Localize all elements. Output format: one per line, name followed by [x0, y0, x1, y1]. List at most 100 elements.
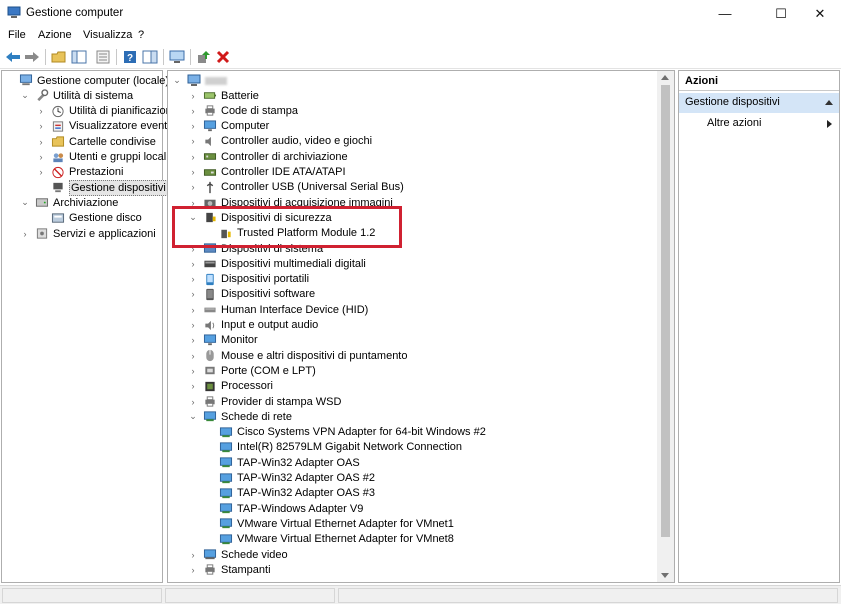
console-tree-item[interactable]: Gestione dispositivi: [36, 179, 168, 196]
device-tree-item[interactable]: › Mouse e altri dispositivi di puntamento: [188, 348, 408, 363]
device-tree-item[interactable]: › Computer: [188, 119, 269, 134]
expand-chevron-icon[interactable]: ›: [188, 565, 198, 575]
monitor-scan-icon: [169, 50, 185, 63]
expand-chevron-icon[interactable]: ›: [188, 305, 198, 315]
expand-chevron-icon[interactable]: ›: [188, 91, 198, 101]
console-tree-item[interactable]: ⌄ Utilità di sistema: [20, 88, 133, 103]
scan-hardware-button[interactable]: [168, 48, 186, 65]
menu-help[interactable]: ?: [138, 29, 144, 41]
menu-visualizza[interactable]: Visualizza: [83, 29, 132, 41]
menu-file[interactable]: File: [8, 29, 26, 41]
expand-chevron-icon[interactable]: ›: [188, 106, 198, 116]
vertical-scrollbar[interactable]: [657, 71, 674, 582]
device-tree-item[interactable]: ⌄ Schede di rete: [188, 409, 292, 424]
device-tree-item[interactable]: › Dispositivi portatili: [188, 272, 310, 287]
expand-chevron-icon[interactable]: ›: [36, 121, 46, 131]
console-tree-button[interactable]: [70, 48, 88, 65]
expand-chevron-icon[interactable]: ›: [188, 136, 198, 146]
device-tree-item[interactable]: TAP-Win32 Adapter OAS #3: [204, 486, 375, 501]
expand-chevron-icon[interactable]: ›: [20, 229, 30, 239]
expand-chevron-icon[interactable]: ›: [188, 366, 198, 376]
device-tree-item[interactable]: › Dispositivi multimediali digitali: [188, 256, 366, 271]
device-tree-item[interactable]: Intel(R) 82579LM Gigabit Network Connect…: [204, 440, 462, 455]
expand-chevron-icon[interactable]: ›: [188, 259, 198, 269]
console-tree-item[interactable]: Gestione computer (locale): [4, 73, 169, 88]
back-button[interactable]: [4, 48, 22, 65]
console-tree-item[interactable]: ⌄ Archiviazione: [20, 195, 118, 210]
forward-button[interactable]: [23, 48, 41, 65]
collapse-toggle-icon[interactable]: ⌄: [172, 75, 182, 86]
device-tree-item[interactable]: › Controller di archiviazione: [188, 149, 348, 164]
close-button[interactable]: ✕: [797, 0, 841, 27]
device-tree-item[interactable]: VMware Virtual Ethernet Adapter for VMne…: [204, 532, 454, 547]
device-tree-item[interactable]: › Input e output audio: [188, 318, 319, 333]
console-tree-item[interactable]: › Prestazioni: [36, 165, 124, 180]
display-adapter-icon: [203, 549, 217, 560]
device-tree-item[interactable]: TAP-Win32 Adapter OAS #2: [204, 471, 375, 486]
expand-chevron-icon[interactable]: ›: [36, 106, 46, 116]
device-tree-label: Provider di stampa WSD: [221, 395, 342, 408]
console-tree-item[interactable]: Gestione disco: [36, 211, 142, 226]
scroll-thumb[interactable]: [661, 85, 670, 537]
expand-chevron-icon[interactable]: ›: [188, 182, 198, 192]
console-tree-item[interactable]: › Utenti e gruppi locali: [36, 150, 169, 165]
expand-chevron-icon[interactable]: ›: [188, 152, 198, 162]
device-tree-item[interactable]: › Stampanti: [188, 562, 271, 577]
collapse-chevron-icon[interactable]: ⌄: [188, 411, 198, 422]
expand-chevron-icon[interactable]: ›: [188, 274, 198, 284]
device-tree-item[interactable]: › Code di stampa: [188, 103, 299, 118]
uninstall-button[interactable]: [214, 48, 232, 65]
device-tree-item[interactable]: › Batterie: [188, 88, 259, 103]
device-tree-item[interactable]: › Monitor: [188, 333, 258, 348]
scroll-up-icon[interactable]: [661, 75, 669, 80]
collapse-chevron-icon[interactable]: ⌄: [20, 90, 30, 101]
console-tree-item[interactable]: › Cartelle condivise: [36, 134, 156, 149]
help-button[interactable]: ?: [121, 48, 139, 65]
console-tree-item[interactable]: › Servizi e applicazioni: [20, 226, 156, 241]
device-tree-item[interactable]: TAP-Windows Adapter V9: [204, 501, 363, 516]
device-tree-item[interactable]: › Provider di stampa WSD: [188, 394, 342, 409]
device-tree-item[interactable]: › Human Interface Device (HID): [188, 302, 369, 317]
device-tree-root[interactable]: ⌄: [172, 73, 227, 88]
properties-button[interactable]: [94, 48, 112, 65]
expand-chevron-icon[interactable]: ›: [188, 320, 198, 330]
expand-chevron-icon[interactable]: ›: [188, 121, 198, 131]
actions-section-label: Gestione dispositivi: [685, 96, 780, 108]
expand-chevron-icon[interactable]: ›: [188, 550, 198, 560]
device-tree-item[interactable]: › Controller IDE ATA/ATAPI: [188, 165, 346, 180]
device-tree-item[interactable]: › Controller USB (Universal Serial Bus): [188, 180, 404, 195]
expand-chevron-icon[interactable]: ›: [188, 397, 198, 407]
device-tree-item[interactable]: › Porte (COM e LPT): [188, 363, 316, 378]
device-tree-item[interactable]: › Schede video: [188, 547, 288, 562]
collapse-triangle-icon[interactable]: [825, 100, 833, 105]
expand-chevron-icon[interactable]: ›: [36, 152, 46, 162]
printer-icon: [205, 564, 215, 575]
expand-chevron-icon[interactable]: ›: [188, 167, 198, 177]
expand-chevron-icon[interactable]: ›: [36, 137, 46, 147]
device-tree-label: Dispositivi portatili: [221, 273, 310, 286]
more-actions-item[interactable]: Altre azioni: [707, 117, 761, 129]
expand-chevron-icon[interactable]: ›: [36, 167, 46, 177]
actions-section-header[interactable]: Gestione dispositivi: [679, 93, 839, 113]
device-tree-item[interactable]: VMware Virtual Ethernet Adapter for VMne…: [204, 516, 454, 531]
device-tree-item[interactable]: › Processori: [188, 379, 273, 394]
console-tree-item[interactable]: › Utilità di pianificazione: [36, 104, 178, 119]
submenu-arrow-icon[interactable]: [827, 120, 832, 128]
scroll-down-icon[interactable]: [661, 573, 669, 578]
device-tree-item[interactable]: › Dispositivi software: [188, 287, 316, 302]
collapse-chevron-icon[interactable]: ⌄: [20, 197, 30, 208]
device-tree-item[interactable]: Cisco Systems VPN Adapter for 64-bit Win…: [204, 425, 486, 440]
folder-up-icon: [51, 51, 66, 62]
menu-azione[interactable]: Azione: [38, 29, 72, 41]
console-tree-item[interactable]: › Visualizzatore eventi: [36, 119, 170, 134]
device-tree-item[interactable]: TAP-Win32 Adapter OAS: [204, 455, 360, 470]
show-hide-pane-button[interactable]: [141, 48, 159, 65]
expand-chevron-icon[interactable]: ›: [188, 381, 198, 391]
update-driver-button[interactable]: [195, 48, 213, 65]
expand-chevron-icon[interactable]: ›: [188, 335, 198, 345]
up-folder-button[interactable]: [50, 48, 68, 65]
expand-chevron-icon[interactable]: ›: [188, 289, 198, 299]
minimize-button[interactable]: —: [702, 0, 748, 27]
device-tree-item[interactable]: › Controller audio, video e giochi: [188, 134, 373, 149]
expand-chevron-icon[interactable]: ›: [188, 351, 198, 361]
